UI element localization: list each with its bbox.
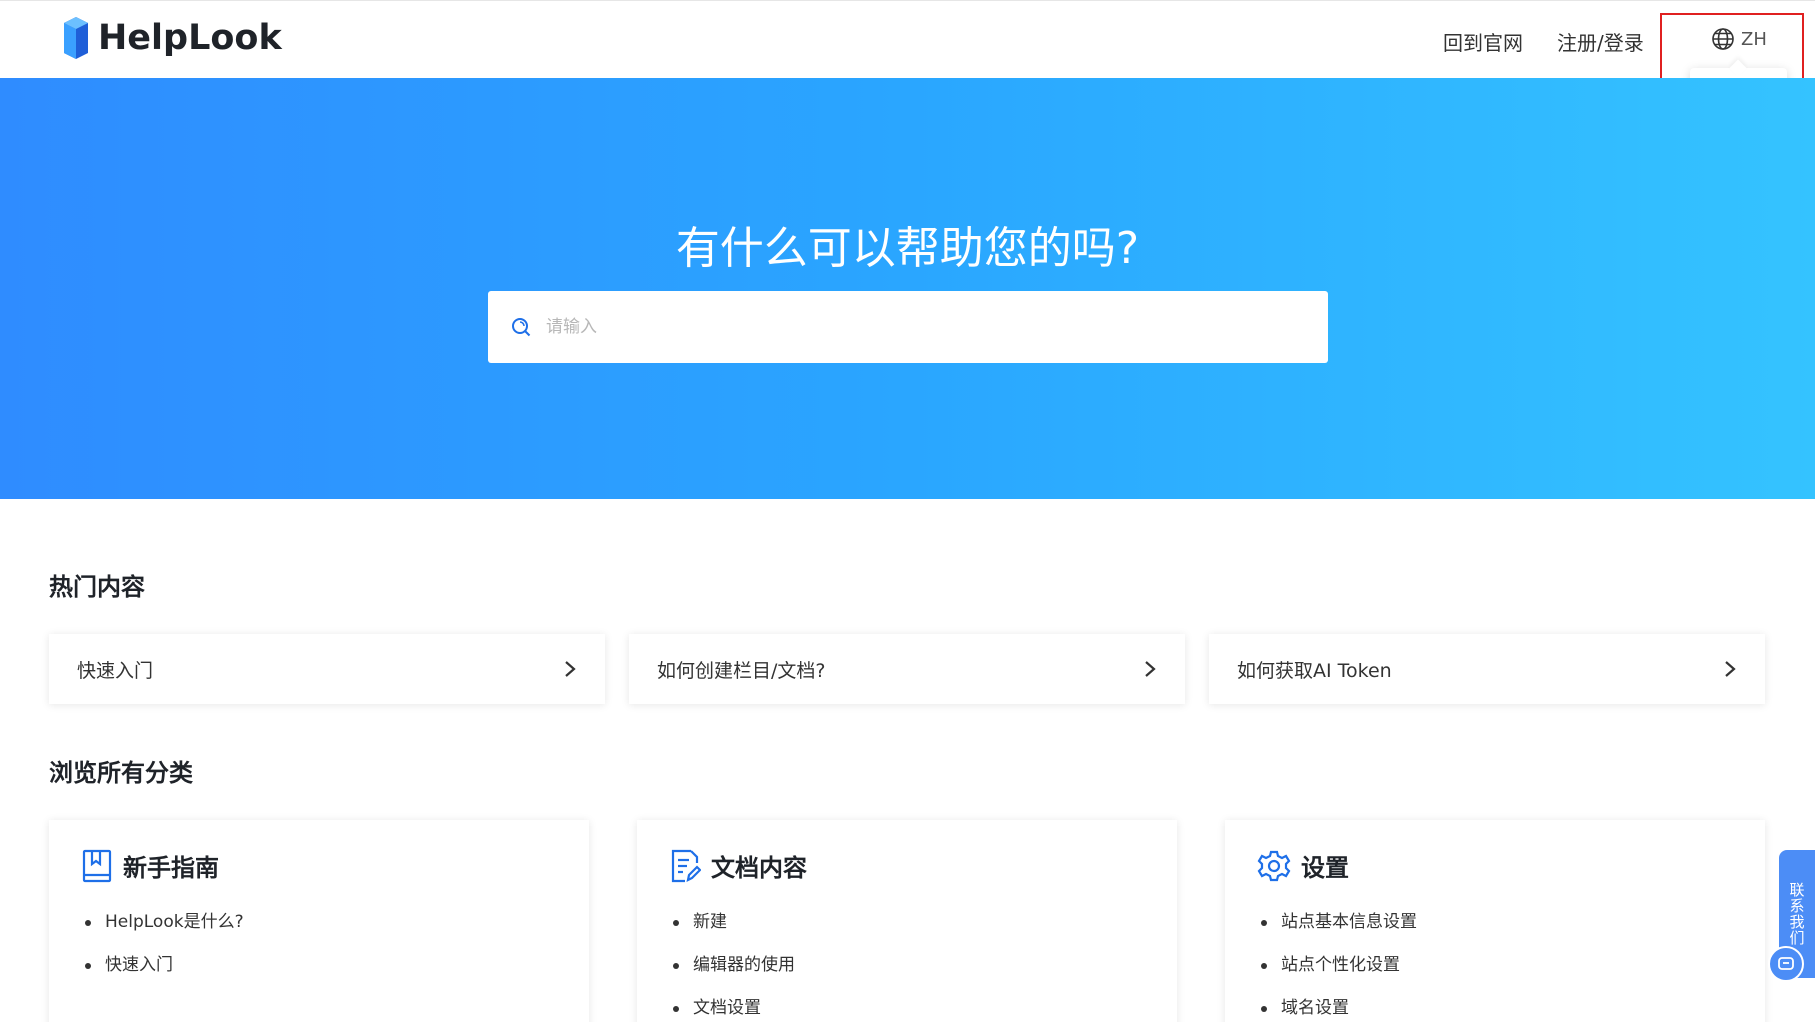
category-item-list: 新建 编辑器的使用 文档设置: [669, 901, 1145, 1022]
hot-item-quick-start[interactable]: 快速入门: [49, 634, 605, 704]
category-title: 文档内容: [711, 854, 807, 882]
browse-section-title: 浏览所有分类: [49, 759, 193, 787]
chevron-right-icon: [1725, 661, 1736, 677]
search-input[interactable]: [546, 317, 1306, 337]
search-icon: [512, 318, 531, 337]
category-card-documents: 文档内容 新建 编辑器的使用 文档设置: [637, 820, 1177, 1022]
chat-bubble-button[interactable]: [1768, 946, 1804, 982]
category-title: 设置: [1301, 854, 1349, 882]
gear-icon: [1257, 850, 1291, 881]
hot-item-label: 如何创建栏目/文档?: [657, 659, 826, 682]
top-header: HelpLook 回到官网 注册/登录 ZH English: [0, 0, 1815, 131]
category-item[interactable]: 快速入门: [83, 944, 557, 987]
hot-item-label: 如何获取AI Token: [1237, 659, 1392, 682]
category-item[interactable]: HelpLook是什么?: [83, 901, 557, 944]
hot-item-create-doc[interactable]: 如何创建栏目/文档?: [629, 634, 1185, 704]
category-item-list: HelpLook是什么? 快速入门: [81, 901, 557, 987]
book-icon: [82, 849, 112, 882]
search-box[interactable]: [488, 291, 1328, 363]
category-item[interactable]: 站点个性化设置: [1259, 944, 1733, 987]
globe-icon: [1712, 28, 1734, 50]
category-item[interactable]: 域名设置: [1259, 987, 1733, 1022]
category-item[interactable]: 新建: [671, 901, 1145, 944]
chevron-right-icon: [565, 661, 576, 677]
hero-title: 有什么可以帮助您的吗?: [675, 223, 1140, 274]
category-card-settings: 设置 站点基本信息设置 站点个性化设置 域名设置: [1225, 820, 1765, 1022]
hot-item-ai-token[interactable]: 如何获取AI Token: [1209, 634, 1765, 704]
category-item[interactable]: 站点基本信息设置: [1259, 901, 1733, 944]
language-switcher[interactable]: ZH: [1711, 27, 1767, 51]
category-title: 新手指南: [123, 854, 219, 882]
nav-home-link[interactable]: 回到官网: [1443, 27, 1523, 56]
logo-text: HelpLook: [98, 18, 282, 58]
category-item[interactable]: 编辑器的使用: [671, 944, 1145, 987]
logo[interactable]: HelpLook: [60, 17, 282, 59]
category-item[interactable]: 文档设置: [671, 987, 1145, 1022]
nav-login-link[interactable]: 注册/登录: [1557, 27, 1644, 56]
chevron-right-icon: [1145, 661, 1156, 677]
chat-icon: [1778, 957, 1794, 970]
language-current: ZH: [1741, 28, 1767, 50]
hero-banner: 有什么可以帮助您的吗?: [0, 78, 1815, 499]
document-edit-icon: [671, 849, 701, 882]
category-item-list: 站点基本信息设置 站点个性化设置 域名设置: [1257, 901, 1733, 1022]
hot-section-title: 热门内容: [49, 573, 145, 601]
category-header[interactable]: 设置: [1257, 848, 1733, 883]
category-header[interactable]: 新手指南: [81, 848, 557, 883]
hot-item-label: 快速入门: [77, 659, 154, 682]
category-header[interactable]: 文档内容: [669, 848, 1145, 883]
logo-icon: [64, 17, 88, 59]
category-card-beginner: 新手指南 HelpLook是什么? 快速入门: [49, 820, 589, 1022]
